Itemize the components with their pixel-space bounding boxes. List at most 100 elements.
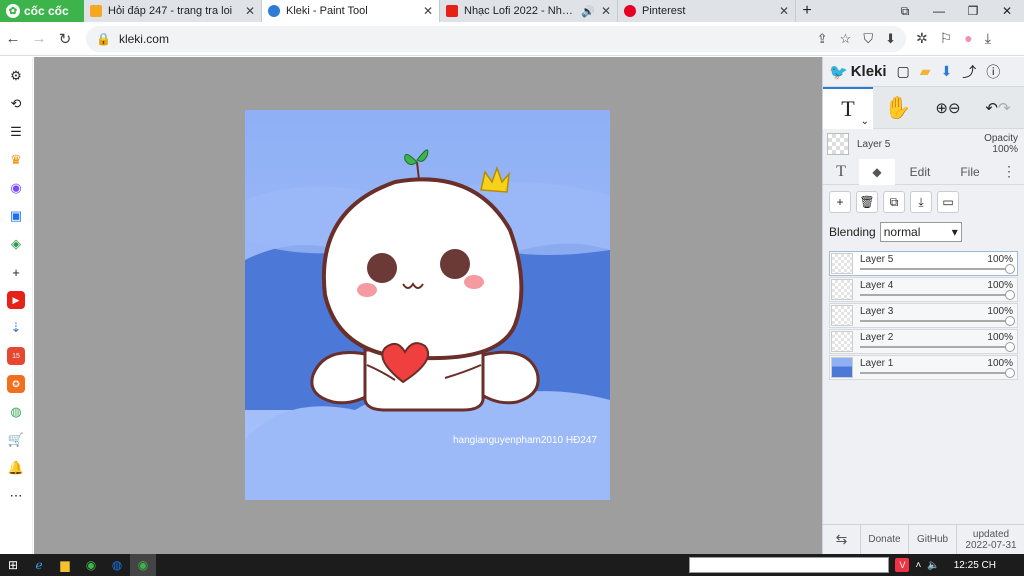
slider-handle[interactable] — [1005, 342, 1015, 352]
url-text[interactable]: kleki.com — [119, 32, 809, 46]
text-tool[interactable]: T ⌄ — [823, 86, 873, 129]
coccoc-taskbar-icon[interactable]: ◉ — [78, 554, 104, 576]
restore-icon[interactable]: ❐ — [956, 0, 990, 22]
add-layer-icon[interactable]: + — [829, 191, 851, 213]
more-vertical-icon[interactable]: ⋮ — [1002, 163, 1016, 180]
tab-hoidap[interactable]: Hỏi đáp 247 - trang tra loi ✕ — [84, 0, 262, 22]
swap-icon[interactable]: ⇆ — [823, 524, 861, 555]
close-tab-icon[interactable]: ✕ — [601, 4, 611, 18]
shield-icon[interactable]: ⛉ — [863, 31, 873, 47]
browser-brand[interactable]: ✿ cốc cốc — [0, 0, 84, 22]
layer-item[interactable]: Layer 4 100% — [829, 277, 1018, 302]
windows-start-icon[interactable]: ⊞ — [0, 554, 26, 576]
tab-edit[interactable]: Edit — [895, 165, 945, 179]
help-icon[interactable]: ⓘ — [986, 62, 1000, 82]
speaker-icon[interactable]: 🔊 — [581, 5, 595, 18]
taskbar-search-field[interactable] — [689, 557, 890, 573]
history-icon[interactable]: ⟲ — [7, 95, 25, 113]
drawing-canvas-area[interactable]: hangianguyenpham2010 HĐ247 — [34, 57, 822, 554]
undo-icon[interactable]: ↶ — [985, 99, 998, 117]
layer-opacity-slider[interactable] — [860, 294, 1011, 296]
layer-opacity-slider[interactable] — [860, 320, 1011, 322]
slider-handle[interactable] — [1005, 290, 1015, 300]
hand-tool[interactable]: ✋ — [873, 87, 923, 129]
zalo-icon[interactable]: ▣ — [7, 207, 25, 225]
tab-youtube[interactable]: Nhạc Lofi 2022 - Những 🔊 ✕ — [440, 0, 618, 22]
layer-opacity-slider[interactable] — [860, 268, 1011, 270]
cart-icon[interactable]: 🛒 — [7, 431, 25, 449]
youtube-icon[interactable]: ▶ — [7, 291, 25, 309]
more-icon[interactable]: ⋯ — [7, 487, 25, 505]
add-icon[interactable]: + — [7, 263, 25, 281]
slider-handle[interactable] — [1005, 368, 1015, 378]
messenger-taskbar-icon[interactable]: ◍ — [104, 554, 130, 576]
forward-icon[interactable]: → — [26, 30, 52, 47]
settings-gear-icon[interactable]: ⚙ — [7, 67, 25, 85]
clock[interactable]: 12:25 CH — [954, 560, 996, 571]
rename-layer-icon[interactable]: ▭ — [937, 191, 959, 213]
download-icon[interactable]: ⬇ — [885, 31, 896, 47]
file-explorer-icon[interactable]: ▆ — [52, 554, 78, 576]
close-tab-icon[interactable]: ✕ — [423, 4, 433, 18]
layer-item[interactable]: Layer 5 100% — [829, 251, 1018, 276]
url-field[interactable]: 🔒 kleki.com ⇪ ☆ ⛉ ⬇ — [86, 25, 906, 52]
tab-kleki[interactable]: Kleki - Paint Tool ✕ — [262, 0, 440, 22]
vpn-tray-icon[interactable]: V — [895, 558, 910, 572]
notification-bell-icon[interactable]: 🔔 — [7, 459, 25, 477]
redo-icon[interactable]: ↷ — [998, 99, 1011, 117]
crown-icon[interactable]: ♛ — [7, 151, 25, 169]
blending-select[interactable]: normal ▾ — [879, 222, 962, 242]
layer-item[interactable]: Layer 2 100% — [829, 329, 1018, 354]
zoom-tool[interactable]: ⊕ ⊖ — [923, 87, 973, 129]
chevron-up-icon[interactable]: ˄ — [915, 560, 921, 571]
ticket-icon[interactable]: ✪ — [7, 375, 25, 393]
game-controller-icon[interactable]: ◈ — [7, 235, 25, 253]
coccoc-active-taskbar-icon[interactable]: ◉ — [130, 554, 156, 576]
edge-icon[interactable]: ℯ — [26, 554, 52, 576]
reading-list-icon[interactable]: ☰ — [7, 123, 25, 141]
share-icon[interactable]: ⇪ — [817, 31, 828, 47]
layer-item[interactable]: Layer 3 100% — [829, 303, 1018, 328]
downloads-icon[interactable]: ⤓ — [985, 30, 991, 47]
kleki-logo[interactable]: 🐦 Kleki — [829, 63, 887, 81]
close-tab-icon[interactable]: ✕ — [245, 4, 255, 18]
speaker-tray-icon[interactable]: 🔈 — [927, 560, 939, 571]
drawing-canvas[interactable]: hangianguyenpham2010 HĐ247 — [245, 110, 610, 500]
merge-down-icon[interactable]: ⤓ — [910, 191, 932, 213]
bookmark-star-icon[interactable]: ☆ — [840, 31, 852, 47]
duplicate-layer-icon[interactable]: ⧉ — [883, 191, 905, 213]
download-icon[interactable]: ⬇ — [941, 63, 953, 80]
zoom-out-icon[interactable]: ⊖ — [948, 99, 961, 117]
chevron-down-icon[interactable]: ⌄ — [861, 116, 869, 127]
tab-search-icon[interactable]: ⧉ — [888, 0, 922, 22]
reload-icon[interactable]: ↻ — [52, 30, 78, 48]
open-folder-icon[interactable]: ▰ — [920, 63, 931, 80]
slider-handle[interactable] — [1005, 264, 1015, 274]
profile-pig-icon[interactable]: ● — [964, 30, 972, 47]
donate-link[interactable]: Donate — [861, 524, 909, 555]
tab-pinterest[interactable]: Pinterest ✕ — [618, 0, 796, 22]
translate-icon[interactable]: ⚐ — [940, 30, 953, 47]
new-image-icon[interactable]: ▢ — [897, 63, 910, 80]
download-arrow-icon[interactable]: ⇣ — [7, 319, 25, 337]
back-icon[interactable]: ← — [0, 30, 26, 47]
share-icon[interactable]: ⤴ — [962, 62, 976, 82]
tab-layers[interactable]: ◆ — [859, 158, 895, 185]
extensions-icon[interactable]: ✲ — [916, 30, 928, 47]
shopping-15-icon[interactable]: 15 — [7, 347, 25, 365]
messenger-icon[interactable]: ◉ — [7, 179, 25, 197]
chrome-store-icon[interactable]: ◍ — [7, 403, 25, 421]
tab-text-settings[interactable]: T — [823, 159, 859, 185]
delete-layer-icon[interactable]: 🗑 — [856, 191, 878, 213]
layer-opacity-slider[interactable] — [860, 372, 1011, 374]
close-window-icon[interactable]: ✕ — [990, 0, 1024, 22]
new-tab-button[interactable]: + — [796, 0, 818, 22]
undo-redo-tool[interactable]: ↶ ↷ — [973, 87, 1023, 129]
github-link[interactable]: GitHub — [909, 524, 957, 555]
close-tab-icon[interactable]: ✕ — [779, 4, 789, 18]
slider-handle[interactable] — [1005, 316, 1015, 326]
zoom-in-icon[interactable]: ⊕ — [935, 99, 948, 117]
layer-opacity-slider[interactable] — [860, 346, 1011, 348]
layer-item[interactable]: Layer 1 100% — [829, 355, 1018, 380]
tab-file[interactable]: File — [945, 165, 995, 179]
